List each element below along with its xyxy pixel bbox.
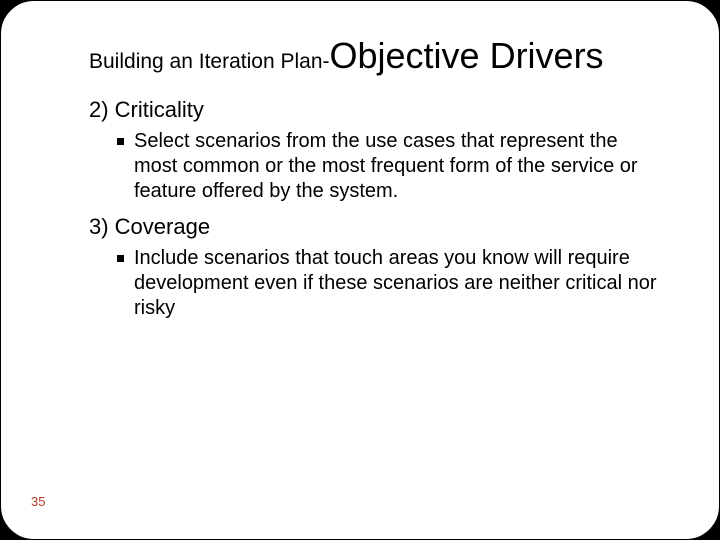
- page-number: 35: [31, 494, 45, 509]
- title-main: Objective Drivers: [330, 35, 604, 76]
- list-item: Include scenarios that touch areas you k…: [117, 246, 659, 321]
- bullet-text: Select scenarios from the use cases that…: [134, 129, 659, 204]
- title-prefix: Building an Iteration Plan-: [89, 50, 330, 73]
- square-bullet-icon: [117, 255, 124, 262]
- slide-body: 2) Criticality Select scenarios from the…: [89, 97, 659, 331]
- section-heading: 3) Coverage: [89, 214, 659, 240]
- section-heading: 2) Criticality: [89, 97, 659, 123]
- section-criticality: 2) Criticality Select scenarios from the…: [89, 97, 659, 204]
- square-bullet-icon: [117, 138, 124, 145]
- slide: Building an Iteration Plan-Objective Dri…: [0, 0, 720, 540]
- list-item: Select scenarios from the use cases that…: [117, 129, 659, 204]
- slide-title: Building an Iteration Plan-Objective Dri…: [89, 37, 679, 75]
- bullet-text: Include scenarios that touch areas you k…: [134, 246, 659, 321]
- section-coverage: 3) Coverage Include scenarios that touch…: [89, 214, 659, 321]
